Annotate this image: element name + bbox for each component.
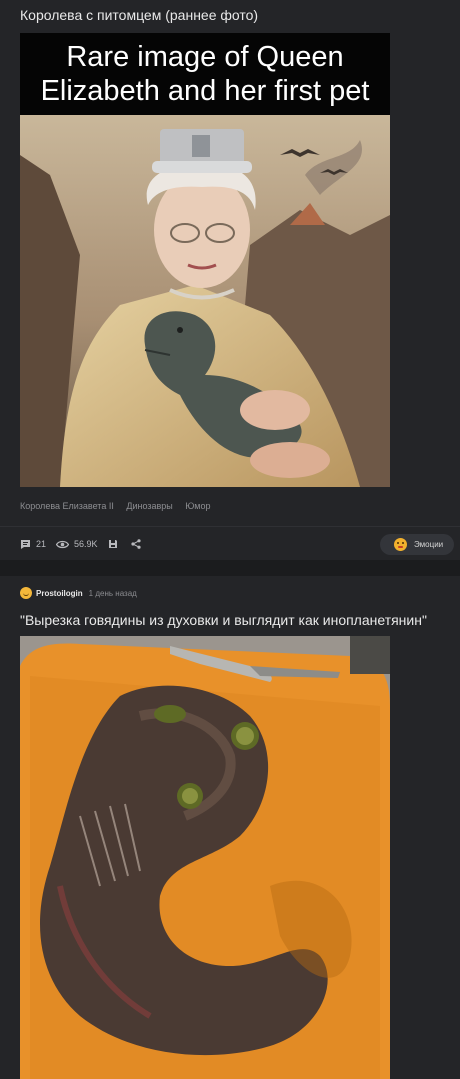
avatar[interactable] [20,587,32,599]
emotions-button[interactable]: Эмоции [380,534,454,555]
comments-counter[interactable]: 21 [20,539,46,550]
post-title[interactable]: Королева с питомцем (раннее фото) [20,7,258,23]
tag-link[interactable]: Юмор [185,501,210,511]
comments-count: 21 [36,539,47,549]
share-button[interactable] [130,539,141,549]
tag-link[interactable]: Королева Елизавета II [20,501,114,511]
post-card: Prostoilogin 1 день назад "Вырезка говяд… [0,576,460,1079]
eye-icon [56,540,70,548]
post-image[interactable] [20,636,390,1079]
post-tags: Королева Елизавета II Динозавры Юмор [20,501,220,511]
divider [0,526,460,527]
comment-icon [21,539,30,549]
save-icon [108,540,117,548]
save-button[interactable] [108,539,118,549]
views-count: 56.9K [74,539,98,549]
post-card: Королева с питомцем (раннее фото) Rare i… [0,0,460,560]
meme-illustration [20,115,390,487]
emoji-icon [394,538,407,551]
post-title[interactable]: "Вырезка говядины из духовки и выглядит … [20,612,427,628]
post-author-row: Prostoilogin 1 день назад [20,587,137,599]
tag-link[interactable]: Динозавры [126,501,172,511]
post-image[interactable]: Rare image of Queen Elizabeth and her fi… [20,33,390,487]
views-counter: 56.9K [56,539,98,549]
meme-caption-line: Elizabeth and her first pet [40,75,370,107]
share-icon [130,539,141,549]
meme-caption-line: Rare image of Queen [66,41,344,73]
post-time: 1 день назад [88,588,137,598]
beef-photo [20,636,390,1079]
author-name[interactable]: Prostoilogin [36,589,83,598]
post-stats: 21 56.9K [20,537,154,551]
emotions-label: Эмоции [414,540,444,549]
